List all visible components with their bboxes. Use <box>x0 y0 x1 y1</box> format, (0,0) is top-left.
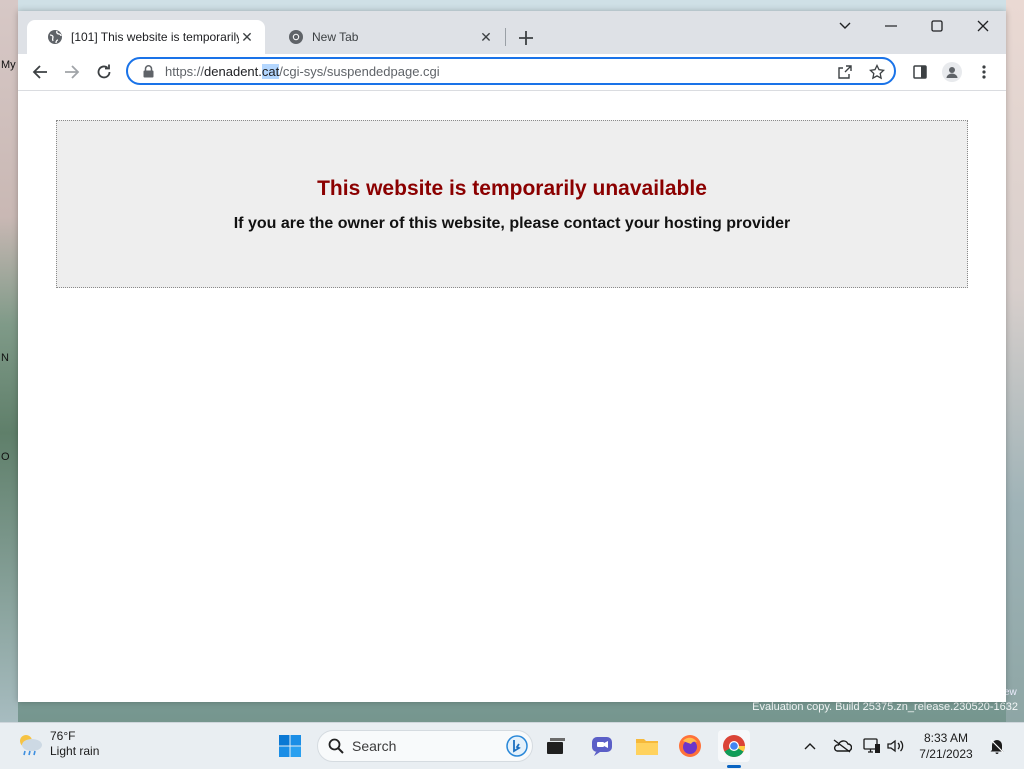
minimize-icon <box>885 25 897 27</box>
side-panel-icon <box>913 65 927 79</box>
page-subtext: If you are the owner of this website, pl… <box>233 215 791 232</box>
page-heading: This website is temporarily unavailable <box>317 177 707 200</box>
desktop-icon-label-fragment: O <box>1 451 10 463</box>
page-content: This website is temporarily unavailable … <box>18 91 1006 702</box>
taskbar-clock[interactable]: 8:33 AM 7/21/2023 <box>914 730 978 762</box>
tab-new-tab[interactable]: New Tab ✕ <box>268 20 504 54</box>
arrow-right-icon <box>65 65 80 79</box>
weather-condition: Light rain <box>50 744 100 758</box>
tab-strip: [101] This website is temporarily ✕ New … <box>18 11 1006 54</box>
onedrive-tray-icon[interactable] <box>830 730 854 762</box>
clock-date: 7/21/2023 <box>919 747 973 761</box>
url-path: /cgi-sys/suspendedpage.cgi <box>279 63 440 79</box>
profile-button[interactable] <box>938 58 966 86</box>
folder-icon <box>636 739 658 755</box>
search-icon <box>328 738 344 754</box>
search-label: Search <box>352 738 397 754</box>
url-selected-text: cat <box>261 63 280 79</box>
new-tab-button[interactable] <box>514 26 538 50</box>
teams-chat-button[interactable] <box>586 730 618 762</box>
plus-icon <box>519 31 533 45</box>
url-host-part: adent. <box>225 63 262 79</box>
arrow-left-icon <box>32 65 47 79</box>
back-button[interactable] <box>26 58 54 86</box>
bing-icon[interactable] <box>506 735 528 757</box>
desktop-icon-label-fragment: My <box>1 59 16 71</box>
reload-button[interactable] <box>90 58 118 86</box>
reload-icon <box>97 64 111 79</box>
kebab-menu-icon <box>982 65 986 79</box>
globe-icon <box>47 29 63 45</box>
minimize-button[interactable] <box>868 11 914 41</box>
chrome-taskbar-button[interactable] <box>718 730 750 762</box>
notifications-button[interactable] <box>986 730 1008 762</box>
show-hidden-icons-button[interactable] <box>800 730 820 762</box>
maximize-icon <box>931 20 943 32</box>
task-view-icon <box>547 738 565 754</box>
share-icon[interactable] <box>834 62 856 82</box>
chrome-icon <box>288 29 304 45</box>
task-view-button[interactable] <box>540 730 572 762</box>
url-host-part: den <box>204 63 226 79</box>
tab-separator <box>505 28 506 46</box>
desktop-background-right <box>1006 0 1024 722</box>
lock-icon[interactable] <box>140 64 156 78</box>
weather-temperature: 76°F <box>50 729 76 743</box>
firefox-button[interactable] <box>674 730 706 762</box>
rain-cloud-icon <box>16 730 44 758</box>
weather-widget[interactable]: 76°F Light rain <box>16 729 99 759</box>
close-icon <box>977 20 989 32</box>
browser-window: [101] This website is temporarily ✕ New … <box>18 11 1006 702</box>
start-button[interactable] <box>274 730 306 762</box>
network-tray-icon[interactable] <box>862 730 882 762</box>
file-explorer-button[interactable] <box>631 730 663 762</box>
forward-button[interactable] <box>58 58 86 86</box>
windows-logo-icon <box>279 735 301 757</box>
notification-bell-icon <box>990 739 1004 754</box>
clock-time: 8:33 AM <box>923 731 969 745</box>
tab-title: New Tab <box>312 30 359 44</box>
tab-title: [101] This website is temporarily <box>71 30 239 44</box>
address-bar[interactable]: https://denadent.cat/cgi-sys/suspendedpa… <box>126 57 896 85</box>
close-tab-icon[interactable]: ✕ <box>478 29 494 45</box>
url-scheme: https:// <box>165 63 205 79</box>
browser-toolbar: https://denadent.cat/cgi-sys/suspendedpa… <box>18 54 1006 118</box>
side-panel-button[interactable] <box>906 58 934 86</box>
url-text[interactable]: https://denadent.cat/cgi-sys/suspendedpa… <box>165 63 440 79</box>
volume-tray-icon[interactable] <box>886 730 906 762</box>
chevron-up-icon <box>804 743 816 750</box>
browser-menu-button[interactable] <box>970 58 998 86</box>
chevron-down-icon <box>839 22 851 29</box>
desktop-background-left: My N O <box>0 0 18 722</box>
chrome-icon <box>723 735 745 757</box>
chat-icon <box>592 737 612 756</box>
profile-avatar-icon <box>942 62 962 82</box>
speaker-icon <box>887 739 904 753</box>
maximize-button[interactable] <box>914 11 960 41</box>
evaluation-watermark: Evaluation copy. Build 25375.zn_release.… <box>752 701 1018 713</box>
desktop-icon-label-fragment: N <box>1 352 9 364</box>
suspended-notice: This website is temporarily unavailable … <box>56 120 968 288</box>
tab-search-button[interactable] <box>822 11 868 41</box>
bookmark-star-icon[interactable] <box>866 62 888 82</box>
close-window-button[interactable] <box>960 11 1006 41</box>
tab-suspended-page[interactable]: [101] This website is temporarily ✕ <box>27 20 265 54</box>
close-tab-icon[interactable]: ✕ <box>239 29 255 45</box>
cloud-offline-icon <box>833 739 852 753</box>
taskbar: 76°F Light rain Search 8:33 AM 7/21/2023 <box>0 722 1024 769</box>
network-icon <box>863 738 880 753</box>
taskbar-search[interactable]: Search <box>317 730 533 762</box>
firefox-icon <box>679 735 701 757</box>
